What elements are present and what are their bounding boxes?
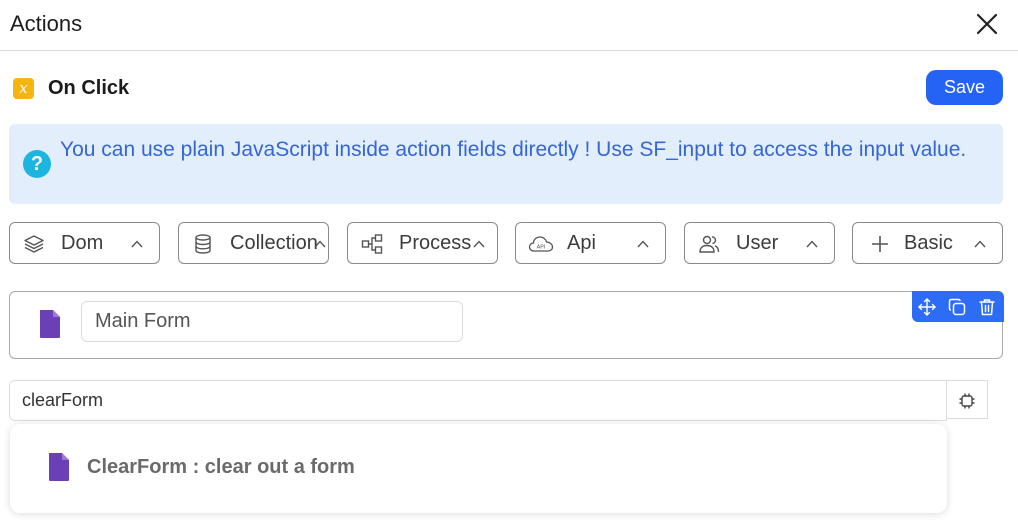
trash-icon[interactable] bbox=[977, 297, 997, 317]
category-label: Dom bbox=[61, 232, 104, 254]
plus-icon bbox=[872, 236, 888, 252]
category-basic-button[interactable]: Basic bbox=[852, 222, 1003, 264]
variable-icon: x bbox=[13, 78, 34, 99]
category-label: User bbox=[736, 232, 779, 254]
category-collection-button[interactable]: Collection bbox=[178, 222, 329, 264]
cloud-api-icon: API bbox=[528, 236, 554, 252]
suggestion-item[interactable]: ClearForm : clear out a form bbox=[10, 424, 947, 513]
chevron-up-icon bbox=[473, 240, 485, 248]
panel-header: Actions bbox=[0, 0, 1018, 51]
category-label: Process bbox=[399, 232, 472, 254]
autocomplete-dropdown: ClearForm : clear out a form bbox=[10, 424, 947, 513]
category-label: Collection bbox=[230, 232, 318, 254]
close-icon[interactable] bbox=[974, 11, 1000, 37]
panel-title: Actions bbox=[10, 11, 83, 36]
category-api-button[interactable]: API Api bbox=[515, 222, 666, 264]
block-toolbar bbox=[912, 291, 1004, 322]
chevron-up-icon bbox=[806, 240, 818, 248]
event-label: On Click bbox=[48, 77, 130, 99]
chevron-up-icon bbox=[131, 240, 143, 248]
document-icon bbox=[49, 453, 69, 481]
category-process-button[interactable]: Process bbox=[347, 222, 498, 264]
database-icon bbox=[195, 234, 211, 254]
chevron-up-icon bbox=[637, 240, 649, 248]
save-button[interactable]: Save bbox=[926, 70, 1003, 105]
help-icon: ? bbox=[23, 150, 51, 178]
suggestion-text: ClearForm : clear out a form bbox=[87, 456, 355, 478]
api-icon-text: API bbox=[537, 245, 546, 251]
action-block-form bbox=[9, 291, 1004, 359]
code-toggle-button[interactable] bbox=[947, 380, 988, 419]
category-label: Api bbox=[567, 232, 596, 254]
layers-icon bbox=[24, 235, 44, 253]
event-row: x On Click Save bbox=[0, 70, 1018, 106]
document-icon bbox=[40, 310, 60, 338]
form-select-input[interactable] bbox=[81, 301, 463, 342]
category-bar: Dom Collection Process API Api User Basi… bbox=[0, 222, 1018, 264]
category-dom-button[interactable]: Dom bbox=[9, 222, 160, 264]
duplicate-icon[interactable] bbox=[947, 297, 967, 317]
category-user-button[interactable]: User bbox=[684, 222, 835, 264]
chip-icon bbox=[959, 393, 975, 409]
chevron-up-icon bbox=[974, 240, 986, 248]
flow-icon bbox=[361, 234, 383, 254]
info-text: You can use plain JavaScript inside acti… bbox=[60, 138, 967, 161]
info-banner: ? You can use plain JavaScript inside ac… bbox=[9, 124, 1003, 204]
action-command-input[interactable] bbox=[9, 380, 947, 421]
category-label: Basic bbox=[904, 232, 953, 254]
chevron-up-icon bbox=[314, 240, 326, 248]
move-icon[interactable] bbox=[917, 297, 937, 317]
users-icon bbox=[699, 235, 720, 253]
